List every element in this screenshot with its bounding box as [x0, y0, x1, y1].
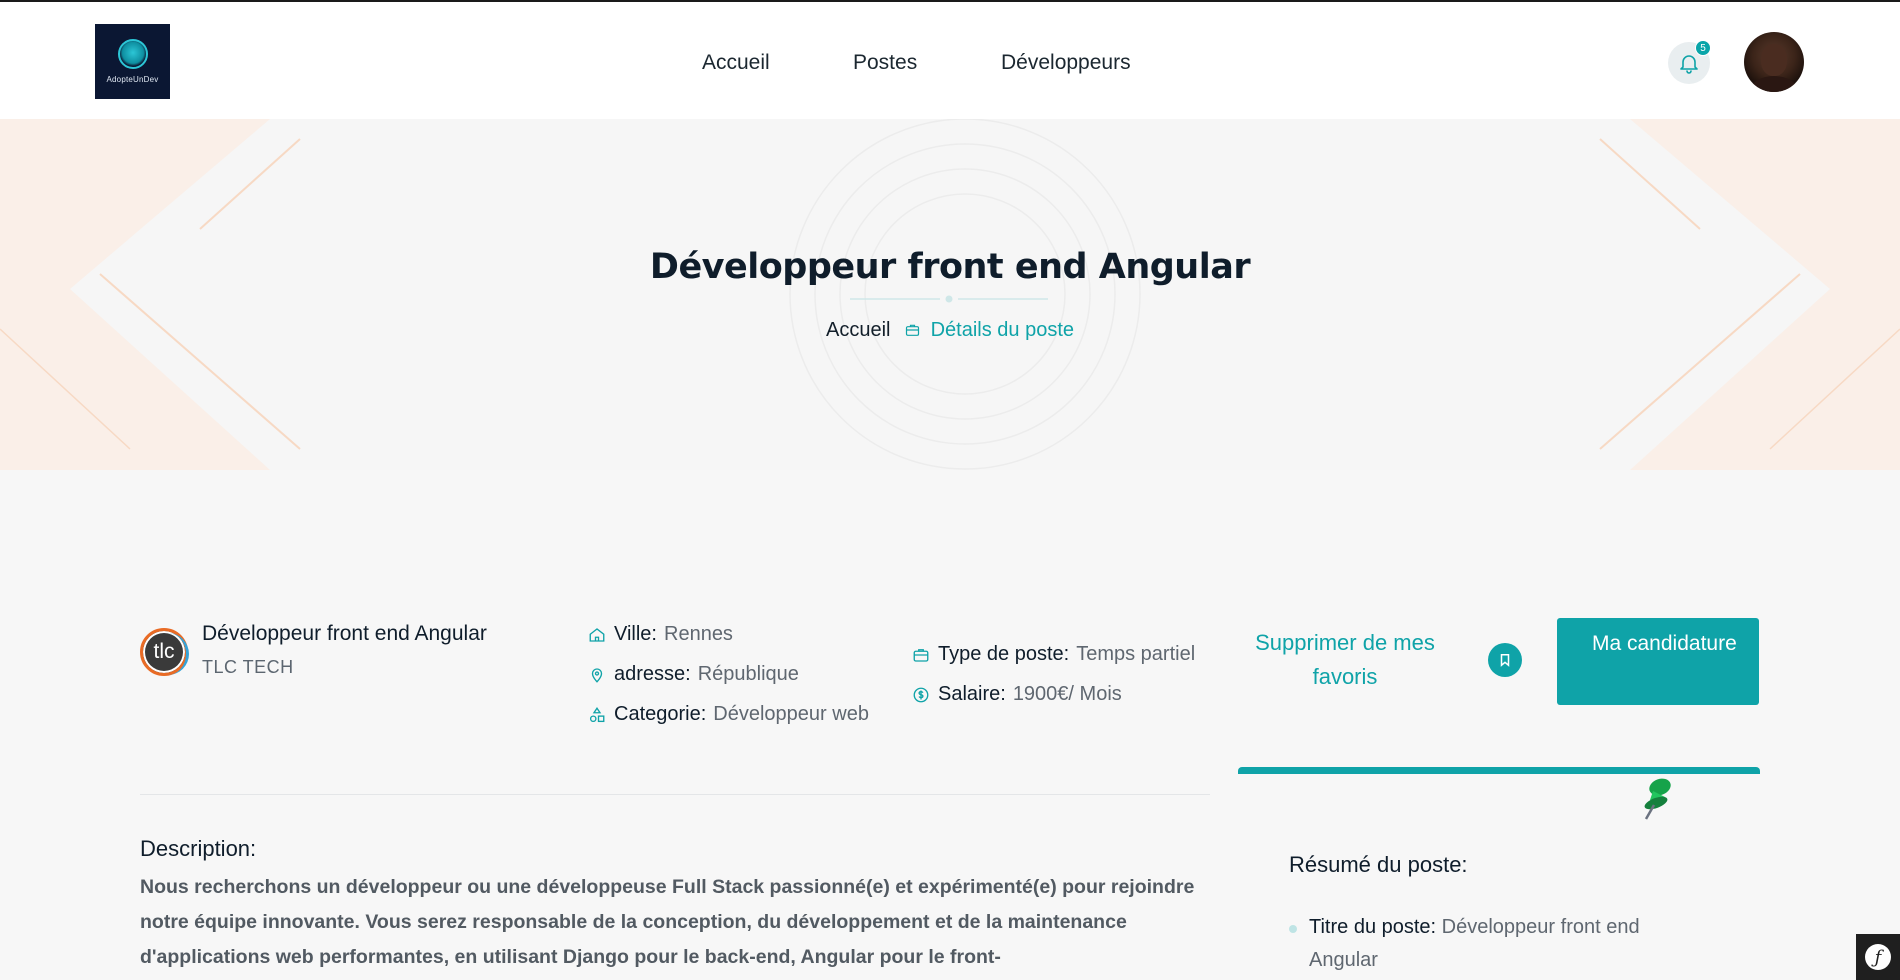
- summary-heading: Résumé du poste:: [1289, 852, 1468, 877]
- summary-title-label: Titre du poste:: [1309, 916, 1437, 938]
- user-avatar[interactable]: [1744, 32, 1804, 92]
- location-pin-icon: [591, 667, 603, 683]
- apply-button[interactable]: Ma candidature: [1557, 618, 1759, 705]
- category-icon: [589, 706, 605, 722]
- adresse-value: République: [697, 663, 799, 685]
- ville-label: Ville:: [614, 623, 657, 645]
- breadcrumb-current: Détails du poste: [930, 319, 1075, 341]
- bookmark-button[interactable]: [1488, 643, 1522, 677]
- description-text: Nous recherchons un développeur ou une d…: [140, 876, 1195, 968]
- breadcrumb-home[interactable]: Accueil: [826, 319, 890, 341]
- briefcase-icon: [905, 324, 920, 336]
- type-value: Temps partiel: [1076, 643, 1196, 665]
- nav-developpeurs[interactable]: Développeurs: [1001, 51, 1131, 75]
- summary-item-title: Titre du poste: Développeur front end An…: [1289, 911, 1709, 977]
- home-icon: [589, 627, 605, 642]
- briefcase-icon: [913, 648, 929, 662]
- description-heading: Description:: [140, 836, 257, 861]
- company-logo: tlc: [140, 628, 189, 676]
- categorie-value: Développeur web: [713, 703, 869, 725]
- site-header: AdopteUnDev Accueil Postes Développeurs …: [0, 0, 1900, 119]
- section-divider: [140, 794, 1210, 795]
- job-title: Développeur front end Angular: [202, 622, 487, 645]
- money-icon: [913, 687, 929, 702]
- meta-type: Type de poste: Temps partiel: [912, 643, 1195, 666]
- title-divider: [850, 295, 1048, 303]
- categorie-label: Categorie:: [614, 703, 707, 725]
- ville-value: Rennes: [664, 623, 733, 645]
- company-name: TLC TECH: [202, 657, 294, 677]
- bell-icon: [1680, 55, 1698, 74]
- breadcrumb: Accueil Détails du poste: [0, 319, 1900, 342]
- type-label: Type de poste:: [938, 643, 1070, 665]
- avatar-face: [1761, 44, 1787, 76]
- meta-salaire: Salaire: 1900€/ Mois: [912, 683, 1122, 706]
- adresse-label: adresse:: [614, 663, 691, 685]
- pushpin-icon: [1644, 778, 1671, 820]
- bookmark-icon: [1500, 653, 1510, 667]
- avatar-shoulders: [1750, 76, 1798, 92]
- symfony-toolbar-toggle[interactable]: ƒ: [1856, 934, 1900, 980]
- remove-favorite-button[interactable]: Supprimer de mes favoris: [1245, 626, 1445, 694]
- nav-accueil[interactable]: Accueil: [702, 51, 770, 75]
- nav-postes[interactable]: Postes: [853, 51, 917, 75]
- main-nav: Accueil Postes Développeurs: [0, 51, 1900, 77]
- meta-adresse: adresse: République: [588, 663, 799, 686]
- bullet-dot: [1289, 925, 1297, 933]
- salaire-label: Salaire:: [938, 683, 1006, 705]
- notification-count-badge: 5: [1695, 40, 1711, 56]
- page-title: Développeur front end Angular: [649, 247, 1251, 287]
- page-hero: Développeur front end Angular Accueil Dé…: [0, 119, 1900, 470]
- meta-ville: Ville: Rennes: [588, 623, 733, 646]
- symfony-icon: ƒ: [1865, 944, 1891, 970]
- salaire-value: 1900€/ Mois: [1012, 683, 1122, 705]
- meta-categorie: Categorie: Développeur web: [588, 703, 869, 726]
